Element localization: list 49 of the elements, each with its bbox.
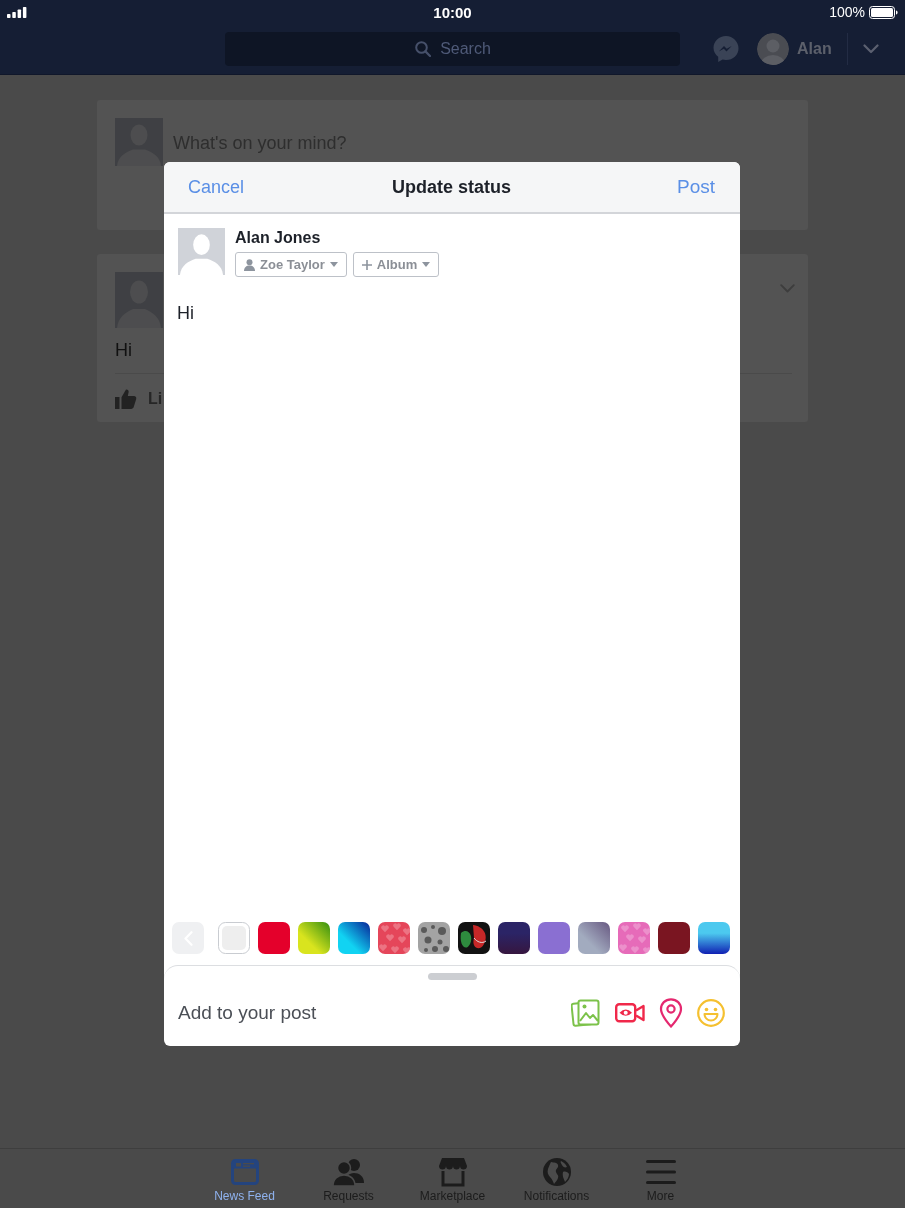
background-swatch-icon[interactable] (218, 922, 250, 954)
search-field[interactable]: Search (225, 32, 680, 66)
status-input[interactable]: Hi (177, 302, 727, 324)
background-swatch-icon[interactable] (578, 922, 610, 954)
post-button[interactable]: Post (676, 176, 715, 198)
avatar-icon (115, 272, 163, 328)
people-icon (331, 1157, 366, 1187)
background-swatch-icon[interactable] (538, 922, 570, 954)
signal-icon (7, 6, 27, 18)
add-to-post-label: Add to your post (178, 1002, 317, 1024)
search-icon (415, 41, 431, 57)
location-pin-icon[interactable] (659, 998, 683, 1028)
background-swatch-icon[interactable] (298, 922, 330, 954)
caret-icon (329, 262, 338, 267)
background-swatch-icon[interactable] (698, 922, 730, 954)
background-swatch-icon[interactable] (658, 922, 690, 954)
background-swatch-icon[interactable] (378, 922, 410, 954)
audience-button[interactable]: Zoe Taylor (235, 252, 347, 277)
menu-icon (645, 1157, 676, 1187)
background-swatch-icon[interactable] (618, 922, 650, 954)
background-swatch-icon[interactable] (458, 922, 490, 954)
background-swatch-icon[interactable] (498, 922, 530, 954)
thumbs-up-icon[interactable] (115, 388, 137, 409)
profile-name[interactable]: Alan (797, 40, 832, 58)
photo-icon[interactable] (571, 998, 601, 1028)
avatar-icon (115, 118, 163, 166)
dialog-title: Update status (392, 176, 511, 198)
person-icon (244, 258, 255, 271)
post-text: Hi (115, 339, 132, 361)
background-swatch-icon[interactable] (418, 922, 450, 954)
chevron-down-icon[interactable] (862, 44, 879, 54)
globe-icon (541, 1157, 572, 1187)
avatar-icon[interactable] (757, 33, 789, 65)
background-swatch-icon[interactable] (338, 922, 370, 954)
status-time: 10:00 (433, 3, 472, 21)
tab[interactable]: News Feed (192, 1149, 297, 1208)
battery-icon (869, 5, 898, 19)
video-camera-icon[interactable] (615, 1001, 645, 1025)
drag-handle[interactable] (427, 973, 477, 980)
storefront-icon (437, 1157, 468, 1187)
background-swatch-icon[interactable] (258, 922, 290, 954)
battery-percent: 100% (829, 4, 865, 20)
news-feed-icon (229, 1157, 260, 1187)
cancel-button[interactable]: Cancel (188, 176, 245, 198)
caret-icon (422, 262, 431, 267)
album-button[interactable]: Album (352, 252, 440, 277)
avatar-icon (178, 228, 225, 275)
plus-icon (361, 259, 372, 270)
author-name: Alan Jones (235, 228, 321, 247)
